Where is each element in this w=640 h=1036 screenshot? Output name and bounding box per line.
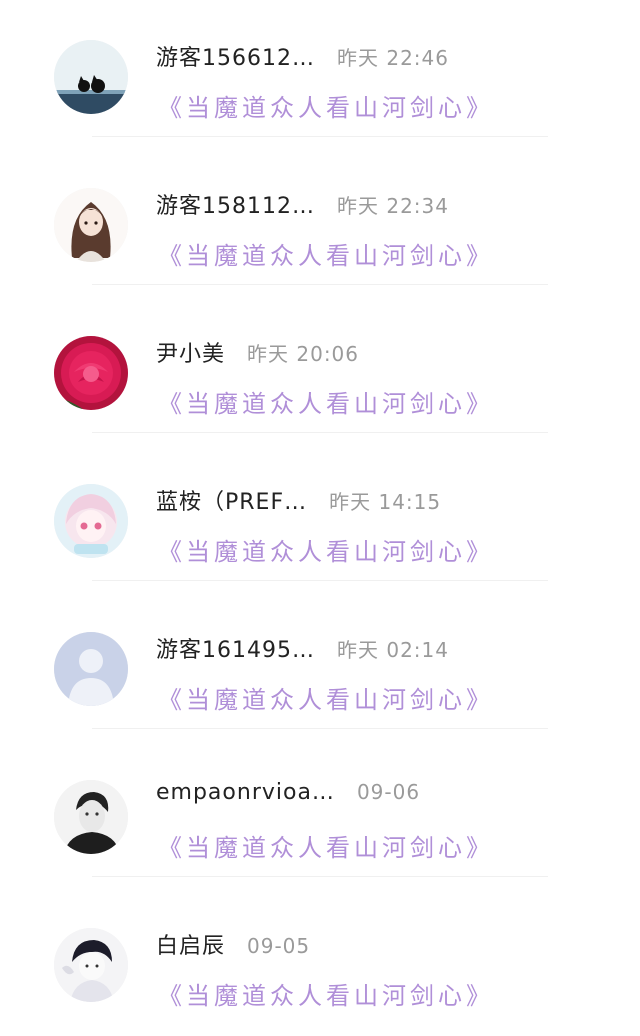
girl-illustration-avatar[interactable] xyxy=(54,188,128,262)
divider xyxy=(92,580,548,581)
default-user-avatar[interactable] xyxy=(54,632,128,706)
boy-sketch-avatar[interactable] xyxy=(54,928,128,1002)
work-title-link[interactable]: 《当魔道众人看山河剑心》 xyxy=(158,828,494,863)
timestamp: 09-06 xyxy=(356,780,421,804)
list-item[interactable]: 尹小美 昨天 20:06 《当魔道众人看山河剑心》 xyxy=(0,296,640,444)
timestamp: 昨天 02:14 xyxy=(336,638,449,662)
anime-girl-avatar[interactable] xyxy=(54,484,128,558)
sender-name[interactable]: 游客158112… xyxy=(156,188,315,220)
divider xyxy=(92,432,548,433)
sender-name[interactable]: 白启辰 xyxy=(156,928,225,960)
divider xyxy=(92,136,548,137)
timestamp: 09-05 xyxy=(247,934,311,958)
work-title-link[interactable]: 《当魔道众人看山河剑心》 xyxy=(158,680,494,715)
timestamp: 昨天 14:15 xyxy=(329,490,442,514)
cats-silhouette-avatar[interactable] xyxy=(54,40,128,114)
list-item[interactable]: 蓝桉（PREF… 昨天 14:15 《当魔道众人看山河剑心》 xyxy=(0,444,640,592)
divider xyxy=(92,284,548,285)
list-item[interactable]: 游客158112… 昨天 22:34 《当魔道众人看山河剑心》 xyxy=(0,148,640,296)
divider xyxy=(92,876,548,877)
red-rose-avatar[interactable] xyxy=(54,336,128,410)
message-list: 游客156612… 昨天 22:46 《当魔道众人看山河剑心》 游客158112… xyxy=(0,0,640,1015)
sender-name[interactable]: 游客156612… xyxy=(156,40,315,72)
sender-name[interactable]: 蓝桉（PREF… xyxy=(156,484,307,516)
sender-name[interactable]: 游客161495… xyxy=(156,632,315,664)
timestamp: 昨天 22:34 xyxy=(336,194,449,218)
work-title-link[interactable]: 《当魔道众人看山河剑心》 xyxy=(158,236,494,271)
list-item[interactable]: 游客161495… 昨天 02:14 《当魔道众人看山河剑心》 xyxy=(0,592,640,740)
list-item[interactable]: 白启辰 09-05 《当魔道众人看山河剑心》 xyxy=(0,888,640,1036)
sender-name[interactable]: 尹小美 xyxy=(156,336,225,368)
work-title-link[interactable]: 《当魔道众人看山河剑心》 xyxy=(158,384,494,419)
divider xyxy=(92,728,548,729)
list-item[interactable]: 游客156612… 昨天 22:46 《当魔道众人看山河剑心》 xyxy=(0,0,640,148)
work-title-link[interactable]: 《当魔道众人看山河剑心》 xyxy=(158,88,494,123)
person-photo-avatar[interactable] xyxy=(54,780,128,854)
timestamp: 昨天 22:46 xyxy=(336,46,449,70)
work-title-link[interactable]: 《当魔道众人看山河剑心》 xyxy=(158,976,494,1011)
work-title-link[interactable]: 《当魔道众人看山河剑心》 xyxy=(158,532,494,567)
sender-name[interactable]: empaonrvioa… xyxy=(156,780,335,805)
list-item[interactable]: empaonrvioa… 09-06 《当魔道众人看山河剑心》 xyxy=(0,740,640,888)
timestamp: 昨天 20:06 xyxy=(247,342,360,366)
